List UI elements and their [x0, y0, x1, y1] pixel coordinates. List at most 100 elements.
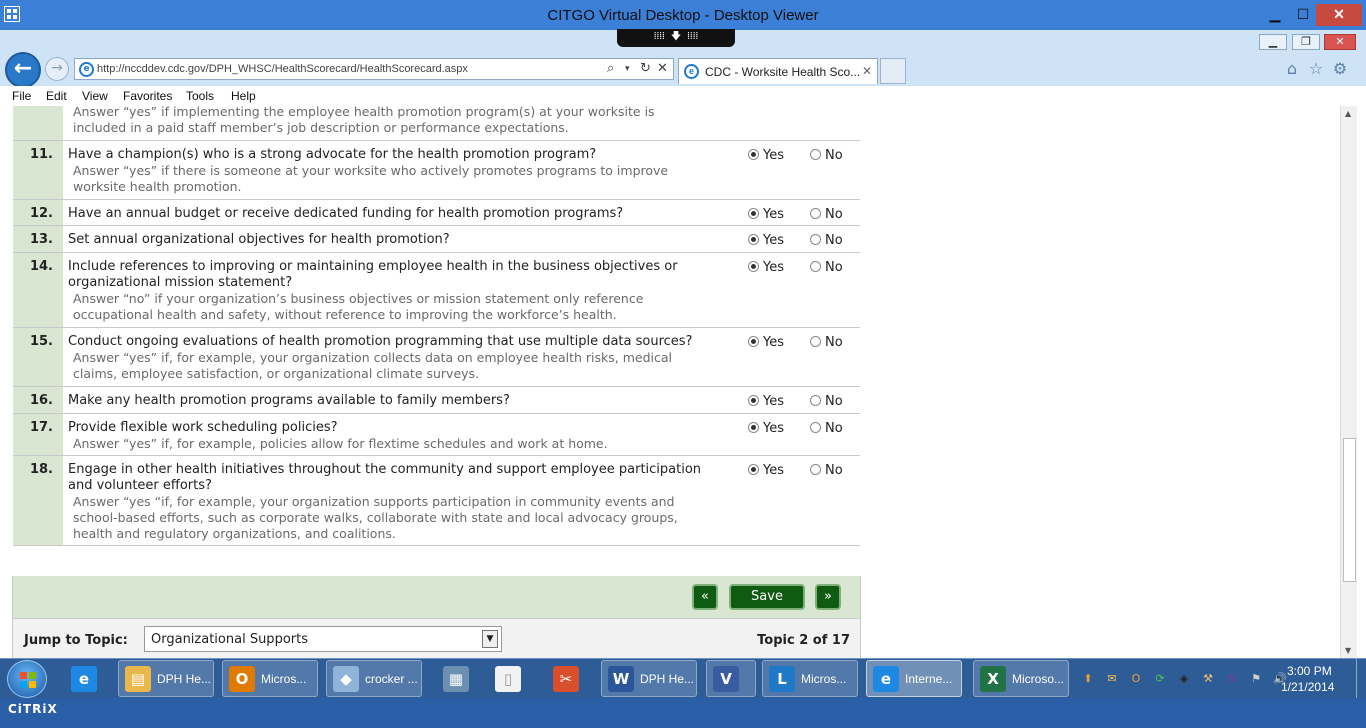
tray-outlook-icon[interactable]: O — [1128, 672, 1144, 686]
radio-no[interactable]: No — [810, 148, 843, 163]
question-body: Make any health promotion programs avail… — [63, 387, 860, 413]
show-desktop-button[interactable] — [1356, 659, 1366, 699]
radio-yes[interactable]: Yes — [748, 463, 784, 478]
outer-minimize-button[interactable]: ▁ — [1262, 4, 1288, 26]
question-number: 13. — [13, 226, 63, 252]
favorites-star-icon[interactable]: ☆ — [1307, 60, 1325, 78]
back-button[interactable]: ← — [5, 52, 41, 88]
taskbar-item-visio[interactable]: V — [706, 660, 756, 697]
citrix-toolbar-handle[interactable]: ⁞⁞⁞⁞ 🡇 ⁞⁞⁞⁞ — [617, 29, 735, 47]
refresh-icon[interactable]: ↻ — [640, 61, 651, 76]
save-button[interactable]: Save — [729, 584, 805, 610]
taskbar-item-ie-pinned[interactable]: e — [64, 660, 114, 697]
tray-onenote-icon[interactable]: N — [1224, 672, 1240, 686]
new-tab-button[interactable] — [880, 58, 906, 84]
tray-mail-icon[interactable]: ✉ — [1104, 672, 1120, 686]
radio-yes[interactable]: Yes — [748, 233, 784, 248]
radio-selected-icon — [748, 422, 759, 433]
citrix-status-bar: CiTRiX — [0, 698, 1366, 728]
question-number: 15. — [13, 328, 63, 386]
tray-flag-icon[interactable]: ⚑ — [1248, 672, 1264, 686]
ie-page-icon: e — [79, 62, 94, 77]
taskbar-item-explorer-dph[interactable]: ▤ DPH He... — [118, 660, 214, 697]
menu-tools[interactable]: Tools — [186, 89, 214, 103]
forward-button[interactable]: → — [45, 57, 69, 81]
start-button[interactable] — [7, 660, 47, 698]
question-body: Engage in other health initiatives throu… — [63, 456, 860, 545]
question-body: Set annual organizational objectives for… — [63, 226, 860, 252]
search-icon[interactable]: ⌕ — [607, 61, 614, 76]
menu-view[interactable]: View — [82, 89, 108, 103]
outer-title-bar: CITGO Virtual Desktop - Desktop Viewer ▁… — [0, 0, 1366, 30]
radio-yes-label: Yes — [763, 233, 784, 248]
taskbar-item-outlook[interactable]: O Micros... — [222, 660, 318, 697]
taskbar-item-snipping[interactable]: ✂ — [546, 660, 596, 697]
radio-no[interactable]: No — [810, 233, 843, 248]
radio-yes[interactable]: Yes — [748, 260, 784, 275]
chevron-down-icon[interactable]: ▾ — [625, 64, 630, 74]
topic-counter: Topic 2 of 17 — [757, 633, 850, 648]
tray-up-icon[interactable]: ⬆ — [1080, 672, 1096, 686]
radio-yes[interactable]: Yes — [748, 335, 784, 350]
gear-icon[interactable]: ⚙ — [1331, 60, 1349, 78]
scroll-up-icon[interactable]: ▲ — [1345, 109, 1351, 118]
clock-time[interactable]: 3:00 PM — [1287, 664, 1332, 678]
radio-empty-icon — [810, 261, 821, 272]
stop-icon[interactable]: ✕ — [657, 61, 668, 76]
taskbar-item-excel[interactable]: X Microso... — [973, 660, 1069, 697]
next-topic-button[interactable]: » — [815, 584, 841, 610]
browser-restore-button[interactable]: ❐ — [1292, 34, 1320, 50]
taskbar-item-ie-window[interactable]: e Interne... — [866, 660, 962, 697]
taskbar-item-blank-doc[interactable]: ▯ — [488, 660, 538, 697]
menu-file[interactable]: File — [12, 89, 31, 103]
radio-empty-icon — [810, 234, 821, 245]
radio-no[interactable]: No — [810, 394, 843, 409]
menu-help[interactable]: Help — [231, 89, 256, 103]
question-text: Have an annual budget or receive dedicat… — [68, 206, 624, 221]
taskbar-item-word-dph[interactable]: W DPH He... — [601, 660, 697, 697]
question-row: 14. Include references to improving or m… — [13, 253, 860, 328]
question-row: 15. Conduct ongoing evaluations of healt… — [13, 328, 860, 387]
radio-yes[interactable]: Yes — [748, 394, 784, 409]
scroll-thumb[interactable] — [1343, 438, 1356, 582]
question-body: Have a champion(s) who is a strong advoc… — [63, 141, 860, 199]
question-body: Conduct ongoing evaluations of health pr… — [63, 328, 860, 386]
radio-yes-label: Yes — [763, 421, 784, 436]
explorer-dph-icon: ▤ — [125, 666, 151, 692]
tray-network-icon[interactable]: ◈ — [1176, 672, 1192, 686]
outer-maximize-button[interactable]: ☐ — [1290, 4, 1316, 26]
scroll-down-icon[interactable]: ▼ — [1345, 646, 1351, 655]
chevron-down-icon[interactable]: ▼ — [482, 630, 498, 648]
outer-close-button[interactable]: ✕ — [1316, 4, 1362, 26]
browser-close-button[interactable]: ✕ — [1324, 34, 1356, 50]
radio-no[interactable]: No — [810, 335, 843, 350]
radio-yes[interactable]: Yes — [748, 207, 784, 222]
radio-no[interactable]: No — [810, 421, 843, 436]
menu-favorites[interactable]: Favorites — [123, 89, 172, 103]
previous-topic-button[interactable]: « — [692, 584, 718, 610]
home-icon[interactable]: ⌂ — [1283, 60, 1301, 78]
close-icon[interactable]: ✕ — [862, 64, 872, 78]
radio-yes[interactable]: Yes — [748, 421, 784, 436]
radio-yes[interactable]: Yes — [748, 148, 784, 163]
tab-cdc-worksite-health[interactable]: e CDC - Worksite Health Sco... ✕ — [678, 58, 878, 84]
browser-minimize-button[interactable]: ▁ — [1259, 34, 1287, 50]
radio-empty-icon — [810, 208, 821, 219]
topic-select[interactable]: Organizational Supports ▼ — [144, 626, 502, 652]
tray-sync-icon[interactable]: ⟳ — [1152, 672, 1168, 686]
question-hint: Answer “yes” if implementing the employe… — [73, 106, 655, 135]
page-content: Answer “yes” if implementing the employe… — [0, 106, 1340, 658]
radio-no[interactable]: No — [810, 463, 843, 478]
url-input[interactable] — [97, 61, 597, 77]
tray-tool-icon[interactable]: ⚒ — [1200, 672, 1216, 686]
taskbar-item-crocker[interactable]: ◆ crocker ... — [326, 660, 422, 697]
taskbar-item-calculator[interactable]: ▦ — [436, 660, 480, 697]
vertical-scrollbar[interactable]: ▲ ▼ — [1340, 106, 1357, 658]
radio-no[interactable]: No — [810, 260, 843, 275]
question-row: 11. Have a champion(s) who is a strong a… — [13, 141, 860, 200]
radio-empty-icon — [810, 422, 821, 433]
menu-edit[interactable]: Edit — [46, 89, 67, 103]
taskbar-item-lync[interactable]: L Micros... — [762, 660, 858, 697]
radio-no[interactable]: No — [810, 207, 843, 222]
clock-date[interactable]: 1/21/2014 — [1281, 680, 1334, 694]
